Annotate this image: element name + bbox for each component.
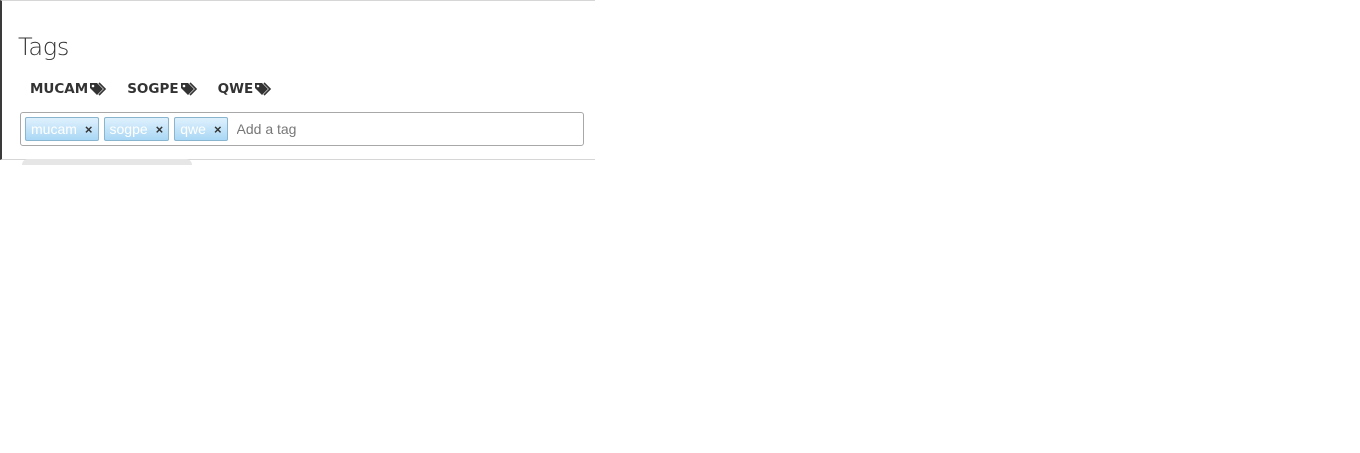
tags-icon <box>180 82 197 96</box>
tag-link-label: SOGPE <box>127 81 179 97</box>
tag-input-box[interactable]: mucam × sogpe × qwe × <box>20 112 584 146</box>
section-title: Tags <box>18 33 70 61</box>
tag-chip-mucam: mucam × <box>25 117 99 141</box>
remove-tag-icon[interactable]: × <box>214 122 222 137</box>
remove-tag-icon[interactable]: × <box>85 122 93 137</box>
tag-link-mucam[interactable]: MUCAM <box>30 81 107 97</box>
remove-tag-icon[interactable]: × <box>156 122 164 137</box>
tags-icon <box>255 82 272 96</box>
tag-chip-label: sogpe <box>109 121 148 137</box>
tag-chip-label: qwe <box>180 121 206 137</box>
tag-chip-sogpe: sogpe × <box>103 117 170 141</box>
add-tag-input[interactable] <box>232 119 441 139</box>
tag-chip-qwe: qwe × <box>174 117 228 141</box>
tag-link-label: QWE <box>217 81 254 97</box>
tags-icon <box>90 82 107 96</box>
tag-link-qwe[interactable]: QWE <box>218 81 273 97</box>
tag-link-label: MUCAM <box>30 81 89 97</box>
tag-chip-label: mucam <box>31 121 77 137</box>
tag-link-sogpe[interactable]: SOGPE <box>127 81 197 97</box>
tags-panel: Tags MUCAM SOGPE QWE mucam × sogpe × qwe… <box>0 0 595 160</box>
tag-link-list: MUCAM SOGPE QWE <box>30 81 292 97</box>
next-section-stub <box>22 159 192 165</box>
